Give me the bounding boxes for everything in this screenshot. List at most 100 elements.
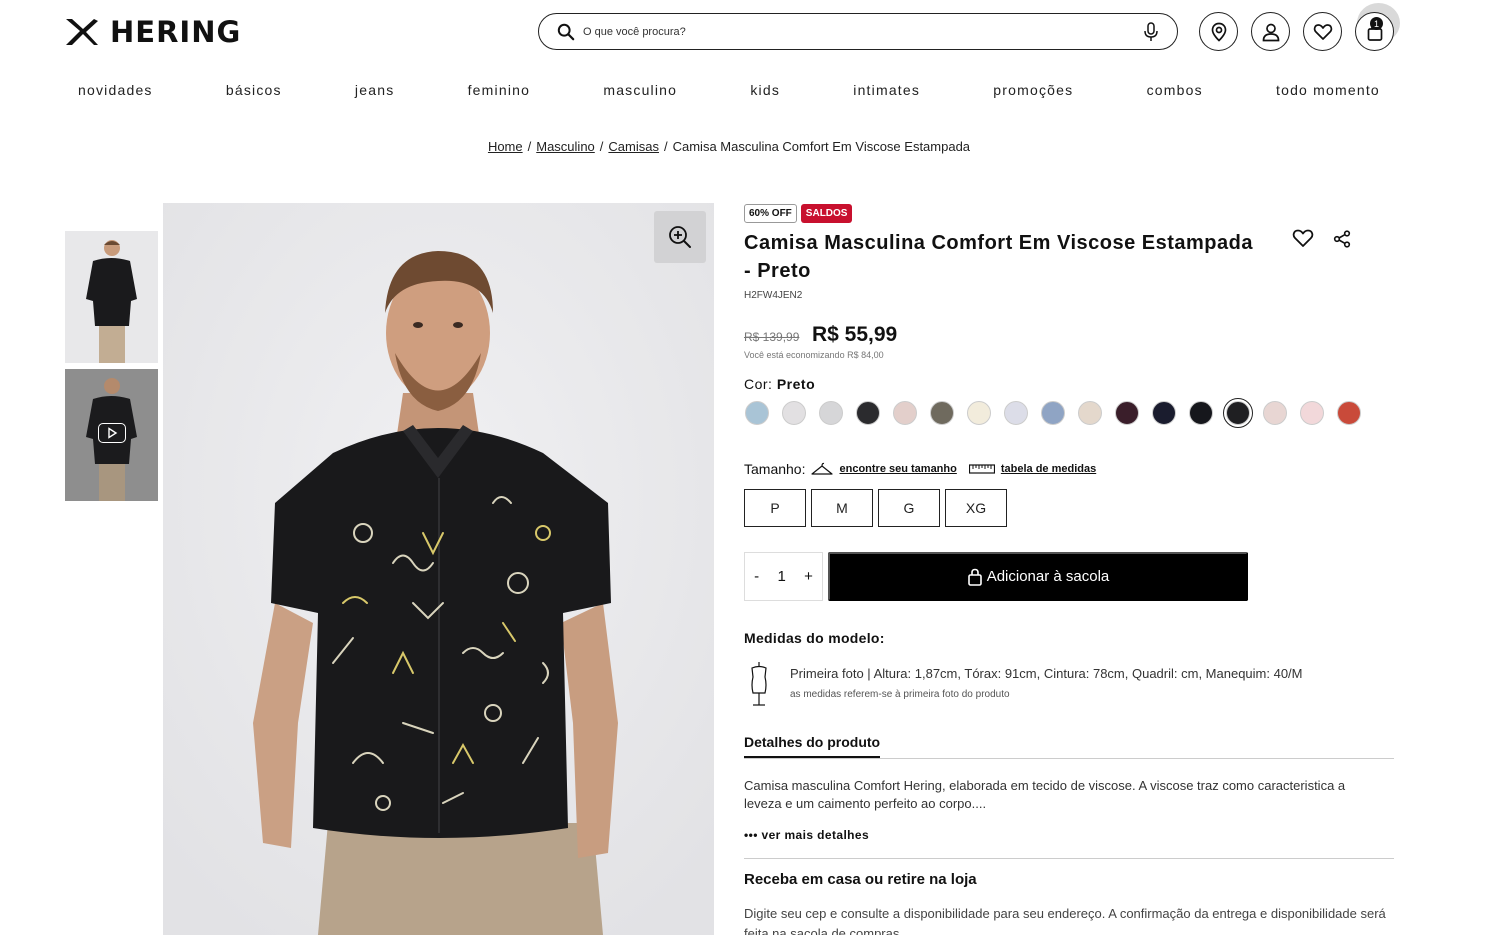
color-swatch[interactable] [1337,401,1361,425]
size-option-m[interactable]: M [811,489,873,527]
nav-item-jeans[interactable]: jeans [355,82,394,98]
color-swatch[interactable] [893,401,917,425]
color-swatch[interactable] [1078,401,1102,425]
wishlist-button[interactable] [1303,12,1342,51]
section-divider [744,858,1394,859]
product-title: Camisa Masculina Comfort Em Viscose Esta… [744,232,1253,282]
tab-product-details[interactable]: Detalhes do produto [744,734,881,758]
shipping-text: Digite seu cep e consulte a disponibilid… [744,906,1386,935]
location-pin-icon [1211,22,1226,42]
color-swatch[interactable] [1115,401,1139,425]
breadcrumb-separator: / [599,139,604,154]
nav-item-feminino[interactable]: feminino [468,82,531,98]
nav-item-todo-momento[interactable]: todo momento [1276,82,1380,98]
search-bar[interactable] [538,13,1178,50]
model-measurements-heading: Medidas do modelo: [744,630,885,646]
quantity-value[interactable]: 1 [777,568,785,585]
product-sku: H2FW4JEN2 [744,290,803,301]
breadcrumb-separator: / [527,139,532,154]
quantity-decrease-button[interactable]: - [754,568,759,585]
current-price: R$ 55,99 [812,323,898,346]
color-swatch[interactable] [1223,398,1253,428]
breadcrumb-masculino[interactable]: Masculino [536,139,595,154]
selected-color-name: Preto [776,376,816,392]
size-option-p[interactable]: P [744,489,806,527]
savings-text: Você está economizando R$ 84,00 [744,350,884,360]
breadcrumb-camisas[interactable]: Camisas [608,139,659,154]
old-price: R$ 139,99 [744,330,800,344]
model-wearing-shirt-image [163,203,714,935]
breadcrumb-home[interactable]: Home [488,139,523,154]
store-locator-button[interactable] [1199,12,1238,51]
quantity-stepper: - 1 + [744,552,823,601]
quantity-increase-button[interactable]: + [804,568,813,585]
nav-item-novidades[interactable]: novidades [78,82,153,98]
color-swatch[interactable] [819,401,843,425]
see-more-details-link[interactable]: ••• ver mais detalhes [744,828,869,842]
sale-badge: SALDOS [800,204,853,223]
color-swatch[interactable] [1152,401,1176,425]
color-swatch[interactable] [967,401,991,425]
main-navigation: novidades básicos jeans feminino masculi… [78,82,1380,98]
color-swatch[interactable] [1300,401,1324,425]
color-swatch[interactable] [1041,401,1065,425]
zoom-in-icon [669,226,691,248]
nav-item-masculino[interactable]: masculino [603,82,677,98]
discount-badge: 60% OFF [744,204,797,223]
product-badges: 60% OFF SALDOS [744,204,853,223]
size-header: Tamanho: encontre seu tamanho tabela de … [744,461,1096,477]
color-swatch[interactable] [1189,401,1213,425]
nav-item-intimates[interactable]: intimates [853,82,920,98]
size-option-g[interactable]: G [878,489,940,527]
color-selector-label: Cor: Preto [744,376,815,392]
user-icon [1262,23,1279,41]
color-swatches [745,398,1361,428]
account-button[interactable] [1251,12,1290,51]
color-swatch[interactable] [1263,401,1287,425]
nav-item-promocoes[interactable]: promoções [993,82,1073,98]
model-thumbnail-image [65,231,158,363]
gallery-thumbnail-photo[interactable] [65,231,158,363]
hanger-icon [811,462,834,475]
color-swatch[interactable] [856,401,880,425]
color-swatch[interactable] [745,401,769,425]
hering-fish-icon [66,19,98,45]
shipping-heading: Receba em casa ou retire na loja [744,871,977,888]
size-option-xg[interactable]: XG [945,489,1007,527]
tabs-divider [744,758,1394,759]
nav-item-basicos[interactable]: básicos [226,82,282,98]
brand-logo[interactable]: HERING [64,15,241,49]
nav-item-kids[interactable]: kids [750,82,780,98]
search-icon[interactable] [557,23,575,41]
gallery-thumbnail-video[interactable] [65,369,158,501]
color-label: Cor: [744,376,773,392]
add-to-wishlist-heart-icon[interactable] [1292,227,1314,249]
microphone-icon[interactable] [1143,21,1159,42]
model-measurements-note: as medidas referem-se à primeira foto do… [790,689,1010,700]
find-your-size-link[interactable]: encontre seu tamanho [839,463,956,475]
mannequin-icon [751,662,767,706]
size-chart-link[interactable]: tabela de medidas [1001,463,1096,475]
size-label: Tamanho: [744,461,806,477]
size-options: P M G XG [744,489,1007,527]
add-to-bag-button[interactable]: Adicionar à sacola [828,552,1248,601]
brand-name: HERING [110,15,242,49]
product-main-image[interactable] [163,203,714,935]
color-swatch[interactable] [1004,401,1028,425]
zoom-image-button[interactable] [654,211,706,263]
search-input[interactable] [583,25,1143,38]
play-video-icon [98,423,126,443]
breadcrumb-current: Camisa Masculina Comfort Em Viscose Esta… [672,139,971,154]
lock-bag-icon [967,568,982,586]
color-swatch[interactable] [930,401,954,425]
product-description: Camisa masculina Comfort Hering, elabora… [744,778,1346,811]
nav-item-combos[interactable]: combos [1147,82,1203,98]
breadcrumb: Home / Masculino / Camisas / Camisa Masculi… [0,139,1458,154]
heart-icon [1313,23,1332,40]
cart-count-badge: 1 [1370,17,1383,30]
cart-button[interactable]: 1 [1355,12,1394,51]
add-to-bag-label: Adicionar à sacola [986,568,1110,585]
share-icon[interactable] [1333,230,1351,248]
color-swatch[interactable] [782,401,806,425]
breadcrumb-separator: / [663,139,668,154]
